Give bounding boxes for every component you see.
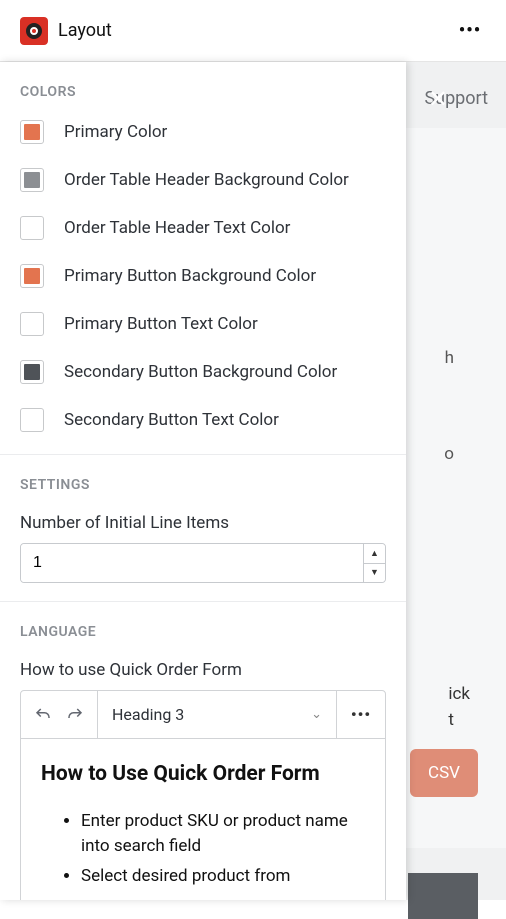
color-row-table-header-text: Order Table Header Text Color [20, 216, 386, 240]
settings-section: SETTINGS Number of Initial Line Items ▲ … [0, 455, 406, 602]
list-item: Enter product SKU or product name into s… [81, 809, 365, 860]
section-heading-colors: COLORS [20, 84, 386, 100]
line-items-label: Number of Initial Line Items [20, 513, 386, 533]
undo-icon[interactable] [33, 706, 53, 724]
main-area: Support ✕ h o ick t CSV COLORS Primary C… [0, 62, 506, 900]
color-swatch[interactable] [20, 360, 44, 384]
colors-section: COLORS Primary Color Order Table Header … [0, 62, 406, 455]
color-swatch[interactable] [20, 312, 44, 336]
app-icon [20, 17, 48, 45]
settings-sidebar: COLORS Primary Color Order Table Header … [0, 62, 406, 900]
toolbar-history-group [21, 691, 98, 738]
color-label: Primary Color [64, 122, 167, 142]
stepper-up-icon[interactable]: ▲ [364, 544, 385, 564]
color-swatch[interactable] [20, 168, 44, 192]
color-swatch[interactable] [20, 408, 44, 432]
color-row-primary-button-text: Primary Button Text Color [20, 312, 386, 336]
color-swatch[interactable] [20, 216, 44, 240]
bg-text-fragment: h [445, 348, 454, 368]
color-label: Order Table Header Text Color [64, 218, 290, 238]
color-label: Order Table Header Background Color [64, 170, 349, 190]
content-heading: How to Use Quick Order Form [41, 759, 365, 791]
list-item: Select desired product from [81, 864, 365, 890]
redo-icon[interactable] [65, 706, 85, 724]
app-header: Layout ••• [0, 0, 506, 62]
editor-toolbar: Heading 3 ⌄ ••• [21, 691, 385, 739]
color-row-table-header-bg: Order Table Header Background Color [20, 168, 386, 192]
howto-field-label: How to use Quick Order Form [20, 660, 386, 680]
editor-content[interactable]: How to Use Quick Order Form Enter produc… [21, 739, 385, 900]
rich-text-editor: Heading 3 ⌄ ••• How to Use Quick Order F… [20, 690, 386, 900]
color-row-primary: Primary Color [20, 120, 386, 144]
content-bullet-list: Enter product SKU or product name into s… [41, 809, 365, 890]
heading-style-value: Heading 3 [112, 705, 184, 724]
language-section: LANGUAGE How to use Quick Order Form Hea… [0, 602, 406, 900]
color-swatch[interactable] [20, 264, 44, 288]
color-row-secondary-button-text: Secondary Button Text Color [20, 408, 386, 432]
color-label: Primary Button Text Color [64, 314, 258, 334]
csv-button[interactable]: CSV [410, 749, 478, 797]
line-items-input[interactable] [21, 544, 363, 582]
bg-text-fragment: o [444, 444, 454, 464]
color-label: Secondary Button Text Color [64, 410, 279, 430]
heading-style-dropdown[interactable]: Heading 3 ⌄ [98, 691, 337, 738]
color-swatch[interactable] [20, 120, 44, 144]
bg-dark-button[interactable] [408, 873, 478, 919]
stepper-down-icon[interactable]: ▼ [364, 564, 385, 583]
color-label: Secondary Button Background Color [64, 362, 337, 382]
bg-text-fragment: ick t [448, 682, 470, 733]
header-left: Layout [20, 17, 112, 45]
header-more-button[interactable]: ••• [454, 20, 486, 41]
section-heading-language: LANGUAGE [20, 624, 386, 640]
stepper-buttons: ▲ ▼ [363, 544, 385, 582]
color-row-secondary-button-bg: Secondary Button Background Color [20, 360, 386, 384]
color-label: Primary Button Background Color [64, 266, 316, 286]
line-items-stepper: ▲ ▼ [20, 543, 386, 583]
close-icon[interactable]: ✕ [428, 85, 448, 113]
section-heading-settings: SETTINGS [20, 477, 386, 493]
toolbar-more-button[interactable]: ••• [337, 691, 385, 738]
page-title: Layout [58, 20, 112, 41]
chevron-down-icon: ⌄ [311, 707, 322, 722]
color-row-primary-button-bg: Primary Button Background Color [20, 264, 386, 288]
